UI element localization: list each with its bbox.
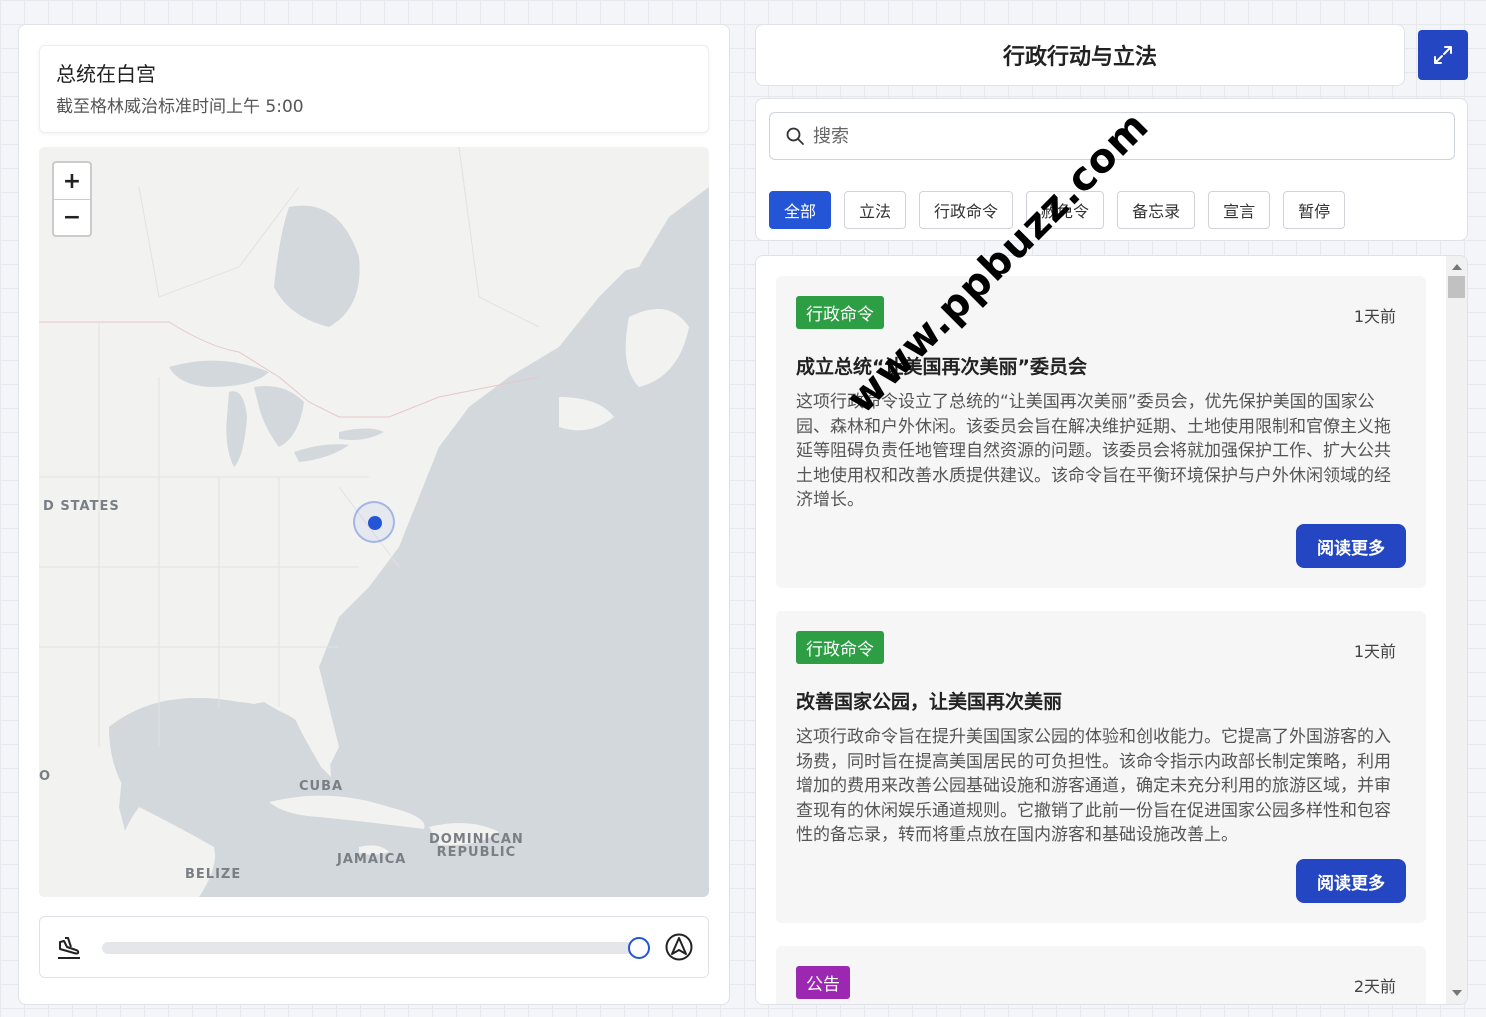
search-icon (786, 127, 804, 145)
scrollbar[interactable] (1446, 256, 1467, 1004)
filter-panel: 全部 立法 行政命令 赦免令 备忘录 宣言 暂停 (755, 98, 1468, 241)
map-label-edge: O (39, 769, 52, 784)
read-more-button[interactable]: 阅读更多 (1296, 859, 1406, 903)
map[interactable]: + − D STATES O CUBA DOMINICAN REPUBLIC J… (39, 147, 709, 897)
scroll-up-arrow[interactable] (1452, 264, 1462, 270)
status-subtitle: 截至格林威治标准时间上午 5:00 (56, 97, 304, 117)
expand-button[interactable] (1418, 30, 1468, 80)
filter-chips: 全部 立法 行政命令 赦免令 备忘录 宣言 暂停 (769, 191, 1346, 229)
timeline-track[interactable] (102, 942, 642, 954)
list-item: 行政命令 1天前 成立总统“让美国再次美丽”委员会 这项行政命令设立了总统的“让… (776, 276, 1426, 588)
news-list: 行政命令 1天前 成立总统“让美国再次美丽”委员会 这项行政命令设立了总统的“让… (755, 255, 1468, 1005)
map-label-belize: BELIZE (185, 867, 242, 882)
category-tag: 行政命令 (796, 631, 884, 664)
item-body: 这项行政命令设立了总统的“让美国再次美丽”委员会，优先保护美国的国家公园、森林和… (796, 392, 1391, 510)
list-item: 公告 2天前 (776, 946, 1426, 1004)
map-label-united-states: D STATES (43, 499, 120, 514)
map-label-cuba: CUBA (299, 779, 344, 794)
location-marker[interactable] (353, 501, 395, 543)
item-title: 成立总统“让美国再次美丽”委员会 (796, 356, 1087, 378)
filter-chip-legislation[interactable]: 立法 (844, 191, 907, 229)
category-tag: 行政命令 (796, 296, 884, 329)
timestamp: 2天前 (1353, 977, 1396, 996)
filter-chip-all[interactable]: 全部 (769, 191, 832, 229)
search-input[interactable] (813, 113, 1433, 159)
filter-chip-memorandum[interactable]: 备忘录 (1117, 191, 1196, 229)
filter-chip-pardon[interactable]: 赦免令 (1026, 191, 1105, 229)
map-label-dominican-republic: DOMINICAN REPUBLIC (429, 832, 524, 860)
location-dot (368, 516, 382, 530)
timeline-knob[interactable] (628, 937, 650, 959)
scroll-thumb[interactable] (1448, 276, 1465, 298)
expand-icon (1434, 46, 1452, 64)
filter-chip-suspension[interactable]: 暂停 (1283, 191, 1346, 229)
status-title: 总统在白宫 (56, 62, 156, 86)
timestamp: 1天前 (1353, 307, 1396, 326)
navigation-arrow-icon[interactable] (664, 932, 694, 962)
left-panel: 总统在白宫 截至格林威治标准时间上午 5:00 + − D STATES O C… (18, 24, 730, 1005)
plane-landing-icon (58, 937, 80, 959)
read-more-button[interactable]: 阅读更多 (1296, 524, 1406, 568)
search-box (769, 112, 1455, 160)
category-tag: 公告 (796, 966, 850, 999)
timestamp: 1天前 (1353, 642, 1396, 661)
item-title: 改善国家公园，让美国再次美丽 (796, 691, 1063, 713)
scroll-down-arrow[interactable] (1452, 990, 1462, 996)
zoom-out-button[interactable]: − (54, 199, 90, 235)
status-card: 总统在白宫 截至格林威治标准时间上午 5:00 (39, 45, 709, 133)
item-body: 这项行政命令旨在提升美国国家公园的体验和创收能力。它提高了外国游客的入场费，同时… (796, 727, 1391, 845)
timeline-control (39, 916, 709, 978)
filter-chip-proclamation[interactable]: 宣言 (1208, 191, 1271, 229)
zoom-in-button[interactable]: + (54, 163, 90, 199)
header-title: 行政行动与立法 (755, 24, 1405, 86)
map-label-jamaica: JAMAICA (337, 852, 407, 867)
zoom-control: + − (52, 161, 92, 237)
list-item: 行政命令 1天前 改善国家公园，让美国再次美丽 这项行政命令旨在提升美国国家公园… (776, 611, 1426, 923)
filter-chip-executive-order[interactable]: 行政命令 (919, 191, 1014, 229)
